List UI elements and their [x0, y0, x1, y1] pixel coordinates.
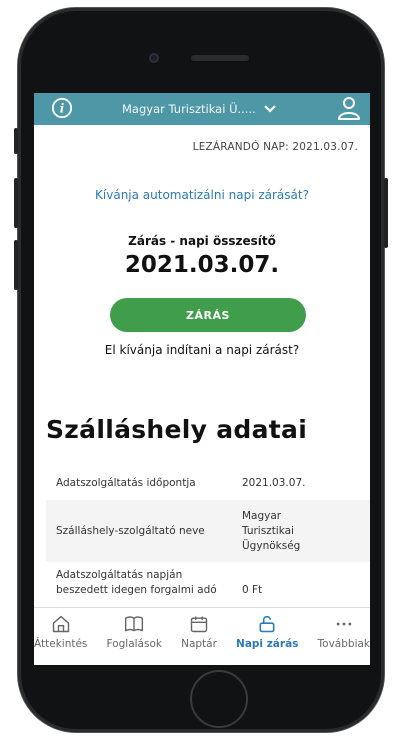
close-day-button[interactable]: ZÁRÁS [110, 298, 306, 332]
front-camera [149, 53, 159, 63]
row-value: 0 Ft [242, 584, 263, 596]
svg-text:i: i [60, 102, 65, 116]
row-label: Adatszolgáltatás időpontja [56, 476, 196, 489]
home-button[interactable] [190, 670, 248, 728]
nav-item-foglalasok[interactable]: Foglalások [107, 608, 162, 665]
info-icon[interactable]: i [51, 97, 73, 119]
close-question: El kívánja indítani a napi zárást? [104, 343, 300, 357]
power-button [384, 178, 388, 248]
row-label: Adatszolgáltatás napján beszedett idegen… [56, 569, 217, 596]
nav-item-naptar[interactable]: Naptár [181, 608, 217, 665]
row-value: Magyar Turisztikai Ügynökség [242, 509, 301, 552]
volume-down-button [14, 240, 18, 290]
organization-select[interactable]: Magyar Turisztikai Ü..... [122, 93, 276, 125]
app-screen: i Magyar Turisztikai Ü..... LEZÁRANDÓ NA… [34, 93, 370, 665]
automate-closing-link[interactable]: Kívánja automatizálni napi zárását? [34, 188, 370, 202]
nav-label: Napi zárás [236, 638, 299, 650]
book-icon [125, 616, 144, 632]
speaker [191, 55, 249, 61]
nav-label: Naptár [181, 638, 217, 650]
more-icon [336, 622, 352, 626]
bottom-nav: Áttekintés Foglalások Naptár Napi zárás [34, 607, 370, 665]
unlock-icon [259, 615, 275, 633]
nav-item-tovabbiak[interactable]: Továbbiak [318, 608, 370, 665]
section-title: Szálláshely adatai [46, 415, 308, 444]
nav-item-napi-zaras[interactable]: Napi zárás [236, 608, 298, 665]
table-row: Szálláshely-szolgáltató neve Magyar Turi… [46, 500, 370, 562]
user-icon[interactable] [337, 96, 361, 121]
nav-item-attekintes[interactable]: Áttekintés [34, 608, 87, 665]
table-row: Adatszolgáltatás időpontja 2021.03.07. [46, 466, 370, 500]
calendar-icon [190, 616, 208, 633]
chevron-down-icon [264, 105, 276, 113]
accommodation-table: Adatszolgáltatás időpontja 2021.03.07. S… [46, 466, 370, 622]
summary-date: 2021.03.07. [124, 252, 280, 278]
home-icon [52, 615, 69, 633]
nav-label: Foglalások [106, 638, 162, 650]
top-bar: i Magyar Turisztikai Ü..... [34, 93, 370, 125]
summary-label: Zárás - napi összesítő [128, 234, 276, 248]
row-label: Szálláshely-szolgáltató neve [56, 524, 205, 537]
mute-switch [14, 128, 18, 154]
row-value: 2021.03.07. [242, 476, 306, 489]
organization-name: Magyar Turisztikai Ü..... [122, 102, 256, 116]
nav-label: Továbbiak [317, 638, 370, 650]
closing-day-label: LEZÁRANDÓ NAP: 2021.03.07. [192, 141, 358, 153]
nav-label: Áttekintés [34, 638, 88, 650]
volume-up-button [14, 178, 18, 228]
